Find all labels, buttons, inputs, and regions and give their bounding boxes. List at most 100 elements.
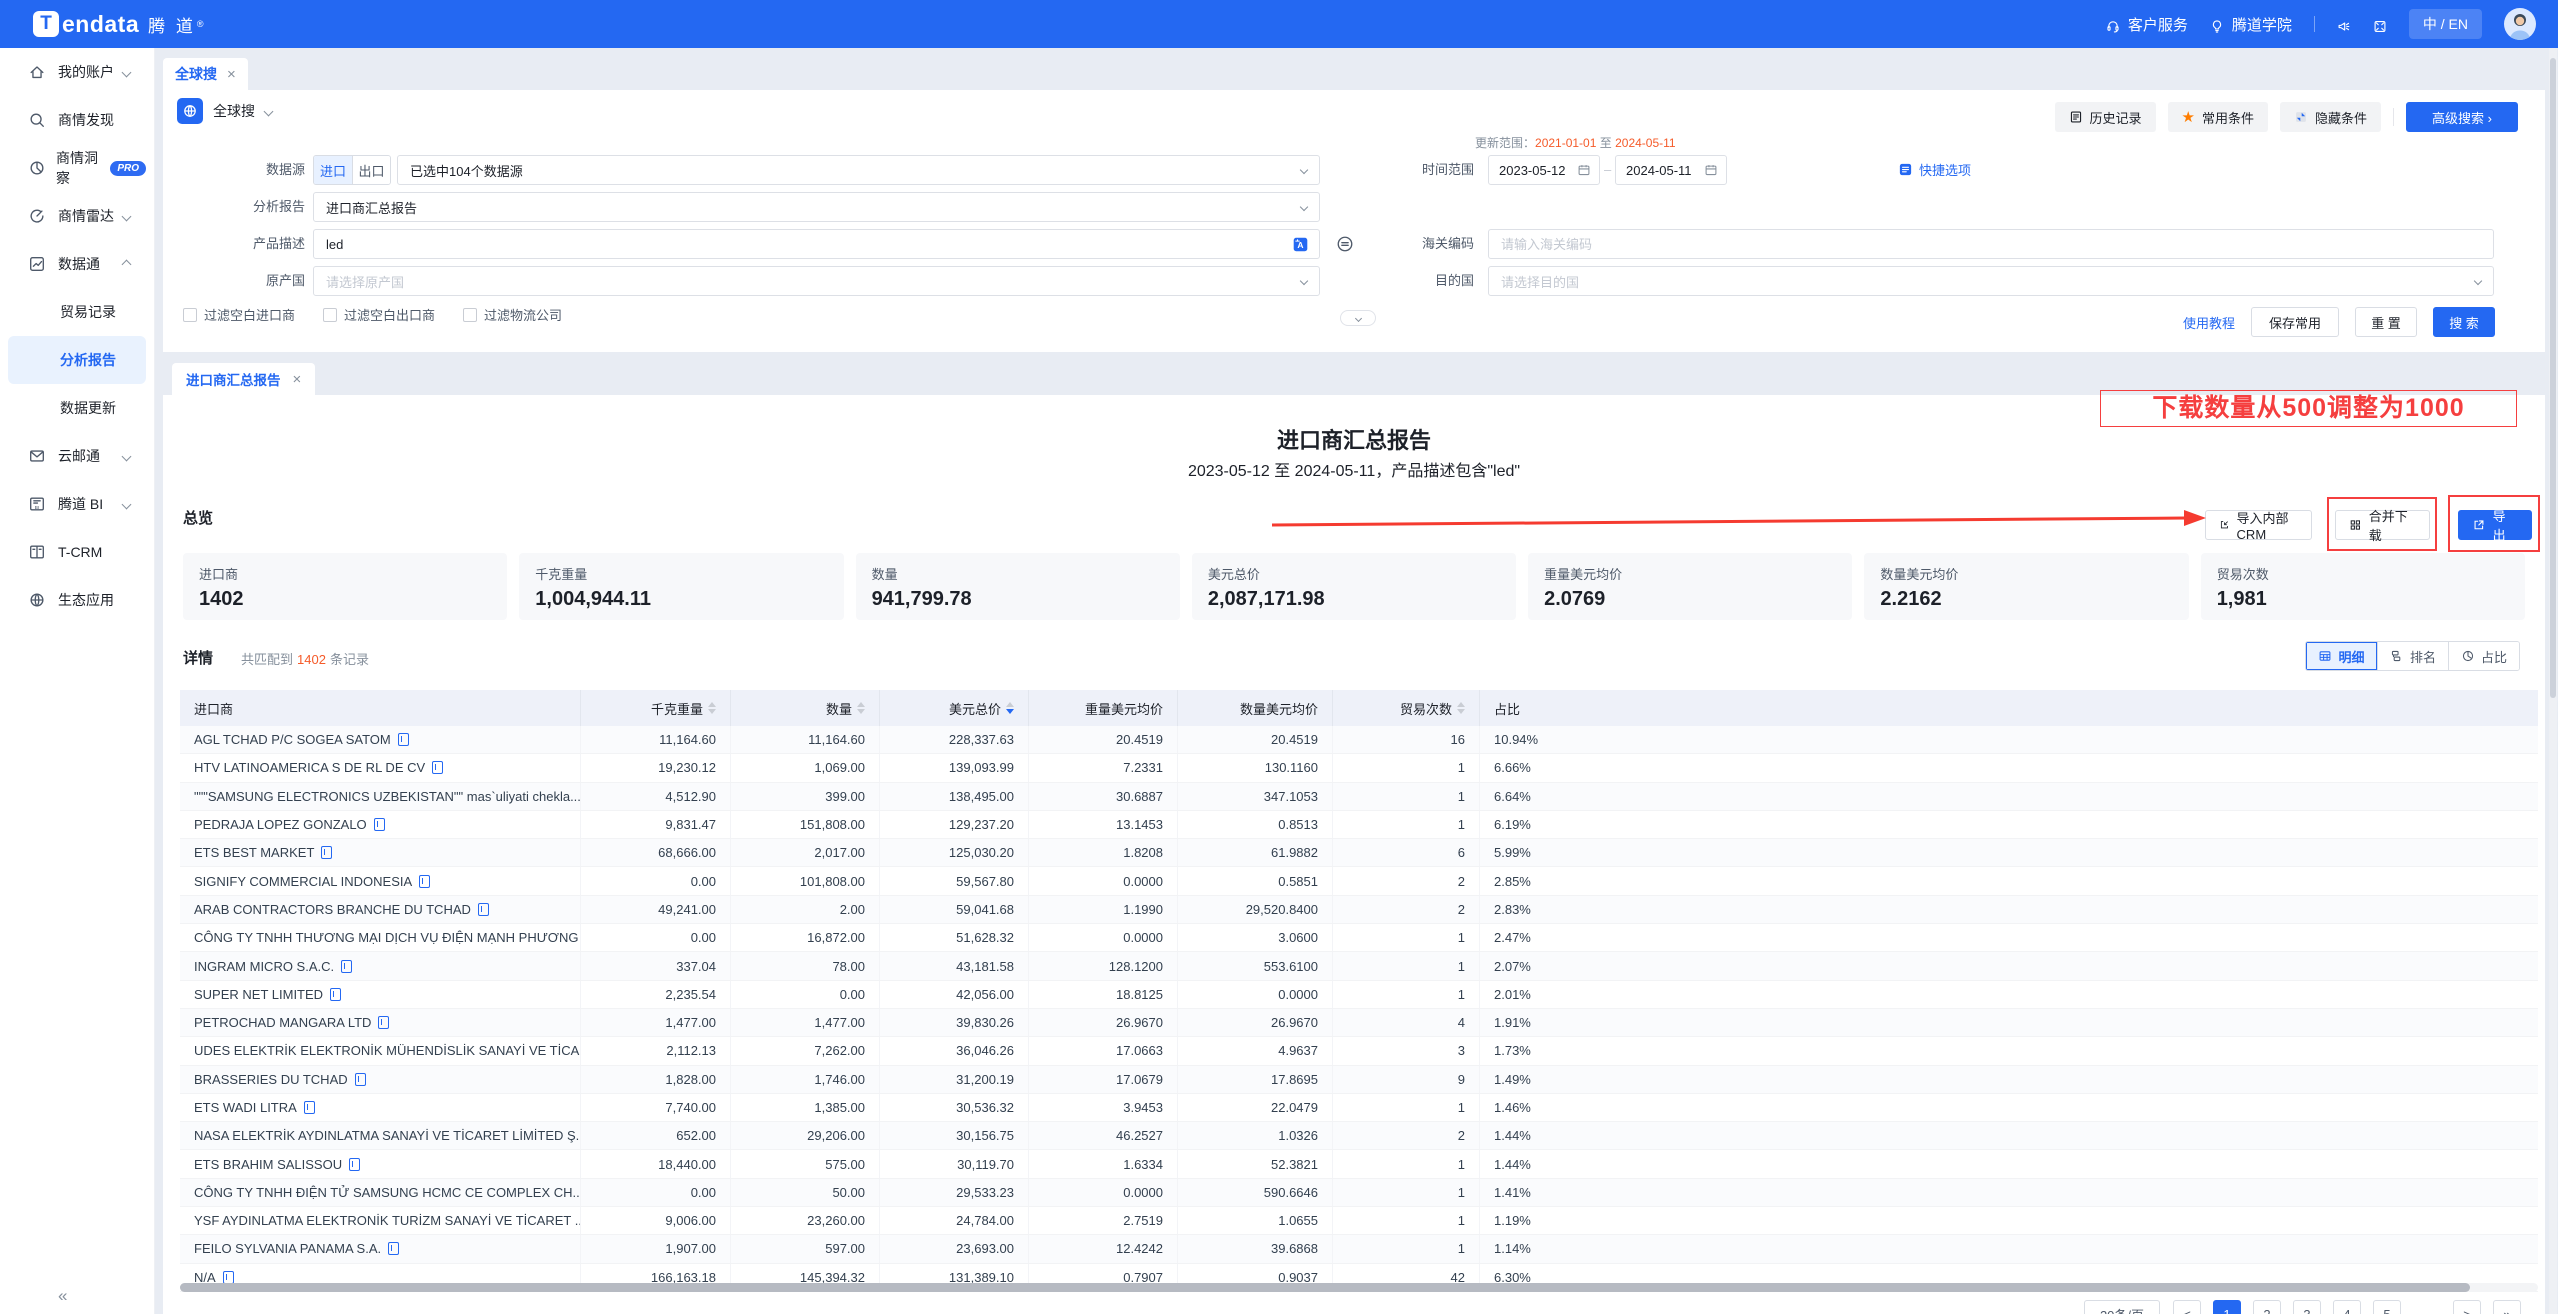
company-profile-icon[interactable]	[330, 988, 341, 1001]
checkbox-icon[interactable]	[323, 308, 337, 322]
company-profile-icon[interactable]	[349, 1158, 360, 1171]
sidebar-item-我的账户[interactable]: 我的账户	[8, 48, 146, 96]
page-button-3[interactable]: 3	[2293, 1300, 2321, 1314]
page-button-4[interactable]: 4	[2333, 1300, 2361, 1314]
view-占比-button[interactable]: 占比	[2448, 642, 2519, 670]
search-button[interactable]: 搜 索	[2433, 307, 2495, 337]
page-size-select[interactable]: 20条/页	[2084, 1300, 2160, 1314]
date-to-input[interactable]: 2024-05-11	[1615, 155, 1727, 185]
column-header-数量[interactable]: 数量	[731, 690, 880, 726]
sidebar-item-云邮通[interactable]: 云邮通	[8, 432, 146, 480]
view-排名-button[interactable]: 排名	[2377, 642, 2448, 670]
sidebar-item-商情雷达[interactable]: 商情雷达	[8, 192, 146, 240]
import-crm-button[interactable]: 导入内部CRM	[2205, 510, 2312, 540]
import-export-toggle[interactable]: 进口 出口	[313, 155, 391, 185]
hide-conditions-button[interactable]: 隐藏条件	[2280, 102, 2381, 132]
table-row[interactable]: NASA ELEKTRİK AYDINLATMA SANAYİ VE TİCAR…	[180, 1122, 2538, 1150]
sort-icon[interactable]	[1006, 702, 1014, 714]
sidebar-item-数据通[interactable]: 数据通	[8, 240, 146, 288]
company-profile-icon[interactable]	[388, 1242, 399, 1255]
column-header-美元总价[interactable]: 美元总价	[880, 690, 1029, 726]
column-header-千克重量[interactable]: 千克重量	[581, 690, 731, 726]
academy-button[interactable]: 腾道学院	[2210, 14, 2292, 35]
company-profile-icon[interactable]	[398, 733, 409, 746]
page-button-2[interactable]: 2	[2253, 1300, 2281, 1314]
sidebar-item-分析报告[interactable]: 分析报告	[8, 336, 146, 384]
page-button-1[interactable]: 1	[2213, 1300, 2241, 1314]
horizontal-scrollbar[interactable]	[180, 1283, 2538, 1292]
advanced-search-button[interactable]: 高级搜索 ›	[2406, 102, 2518, 132]
product-desc-input[interactable]	[314, 230, 1319, 258]
table-row[interactable]: PEDRAJA LOPEZ GONZALO9,831.47151,808.001…	[180, 811, 2538, 839]
table-row[interactable]: FEILO SYLVANIA PANAMA S.A.1,907.00597.00…	[180, 1235, 2538, 1263]
sidebar-item-商情洞察[interactable]: 商情洞察PRO	[8, 144, 146, 192]
company-profile-icon[interactable]	[223, 1271, 234, 1284]
sort-icon[interactable]	[857, 702, 865, 714]
page-button-5[interactable]: 5	[2373, 1300, 2401, 1314]
table-row[interactable]: AGL TCHAD P/C SOGEA SATOM11,164.6011,164…	[180, 726, 2538, 754]
table-row[interactable]: CÔNG TY TNHH THƯƠNG MẠI DỊCH VỤ ĐIỆN MẠN…	[180, 924, 2538, 952]
dest-country-select[interactable]: 请选择目的国	[1488, 266, 2494, 296]
table-row[interactable]: ETS BEST MARKET68,666.002,017.00125,030.…	[180, 839, 2538, 867]
company-profile-icon[interactable]	[304, 1101, 315, 1114]
sidebar-item-生态应用[interactable]: 生态应用	[8, 576, 146, 624]
table-row[interactable]: HTV LATINOAMERICA S DE RL DE CV19,230.12…	[180, 754, 2538, 782]
column-header-贸易次数[interactable]: 贸易次数	[1333, 690, 1480, 726]
company-profile-icon[interactable]	[432, 761, 443, 774]
company-profile-icon[interactable]	[419, 875, 430, 888]
date-from-input[interactable]: 2023-05-12	[1488, 155, 1600, 185]
filter-checkbox-过滤空白出口商[interactable]: 过滤空白出口商	[323, 305, 435, 324]
close-icon[interactable]: ×	[293, 371, 302, 388]
datasource-select[interactable]: 已选中104个数据源	[397, 155, 1320, 185]
checkbox-icon[interactable]	[463, 308, 477, 322]
language-switch[interactable]: 中 / EN	[2409, 9, 2482, 39]
table-row[interactable]: """SAMSUNG ELECTRONICS UZBEKISTAN"" mas`…	[180, 783, 2538, 811]
filter-checkbox-过滤空白进口商[interactable]: 过滤空白进口商	[183, 305, 295, 324]
module-selector[interactable]: 全球搜	[177, 98, 272, 124]
table-row[interactable]: BRASSERIES DU TCHAD1,828.001,746.0031,20…	[180, 1066, 2538, 1094]
last-page-button[interactable]: »	[2493, 1300, 2521, 1314]
tab-global-search[interactable]: 全球搜 ×	[163, 58, 248, 90]
next-page-button[interactable]: >	[2453, 1300, 2481, 1314]
sidebar-item-贸易记录[interactable]: 贸易记录	[8, 288, 146, 336]
query-logic-icon[interactable]	[1336, 235, 1354, 256]
table-row[interactable]: INGRAM MICRO S.A.C.337.0478.0043,181.581…	[180, 952, 2538, 980]
prev-page-button[interactable]: <	[2173, 1300, 2201, 1314]
export-toggle[interactable]: 出口	[352, 156, 390, 184]
view-明细-button[interactable]: 明细	[2306, 642, 2377, 670]
vertical-scrollbar[interactable]	[2549, 48, 2557, 1314]
sidebar-item-数据更新[interactable]: 数据更新	[8, 384, 146, 432]
report-type-select[interactable]: 进口商汇总报告	[313, 192, 1320, 222]
translate-icon[interactable]: A	[1292, 236, 1309, 253]
table-row[interactable]: SIGNIFY COMMERCIAL INDONESIA0.00101,808.…	[180, 867, 2538, 895]
reset-button[interactable]: 重 置	[2355, 307, 2417, 337]
table-row[interactable]: UDES ELEKTRİK ELEKTRONİK MÜHENDİSLİK SAN…	[180, 1037, 2538, 1065]
sidebar-item-商情发现[interactable]: 商情发现	[8, 96, 146, 144]
hscode-input[interactable]	[1489, 230, 2493, 258]
company-profile-icon[interactable]	[355, 1073, 366, 1086]
table-row[interactable]: SUPER NET LIMITED2,235.540.0042,056.0018…	[180, 981, 2538, 1009]
table-row[interactable]: PETROCHAD MANGARA LTD1,477.001,477.0039,…	[180, 1009, 2538, 1037]
company-profile-icon[interactable]	[321, 846, 332, 859]
company-profile-icon[interactable]	[374, 818, 385, 831]
close-icon[interactable]: ×	[227, 66, 236, 83]
company-profile-icon[interactable]	[478, 903, 489, 916]
company-profile-icon[interactable]	[378, 1016, 389, 1029]
tendata-logo[interactable]: T endata 腾 道 ®	[33, 11, 204, 38]
quick-options-link[interactable]: 快捷选项	[1898, 160, 1971, 179]
collapse-form-button[interactable]	[1340, 310, 1376, 326]
tutorial-link[interactable]: 使用教程	[2183, 313, 2235, 332]
table-row[interactable]: ETS BRAHIM SALISSOU18,440.00575.0030,119…	[180, 1150, 2538, 1178]
filter-checkbox-过滤物流公司[interactable]: 过滤物流公司	[463, 305, 562, 324]
sidebar-item-腾道BI[interactable]: BI腾道 BI	[8, 480, 146, 528]
checkbox-icon[interactable]	[183, 308, 197, 322]
origin-country-select[interactable]: 请选择原产国	[313, 266, 1320, 296]
import-toggle[interactable]: 进口	[314, 156, 352, 184]
table-row[interactable]: YSF AYDINLATMA ELEKTRONİK TURİZM SANAYİ …	[180, 1207, 2538, 1235]
history-button[interactable]: 历史记录	[2055, 102, 2156, 132]
company-profile-icon[interactable]	[341, 960, 352, 973]
fullscreen-icon[interactable]	[2373, 17, 2387, 31]
sidebar-collapse-button[interactable]: «	[58, 1286, 67, 1306]
megaphone-icon[interactable]	[2337, 17, 2351, 31]
customer-service-button[interactable]: 客户服务	[2106, 14, 2188, 35]
